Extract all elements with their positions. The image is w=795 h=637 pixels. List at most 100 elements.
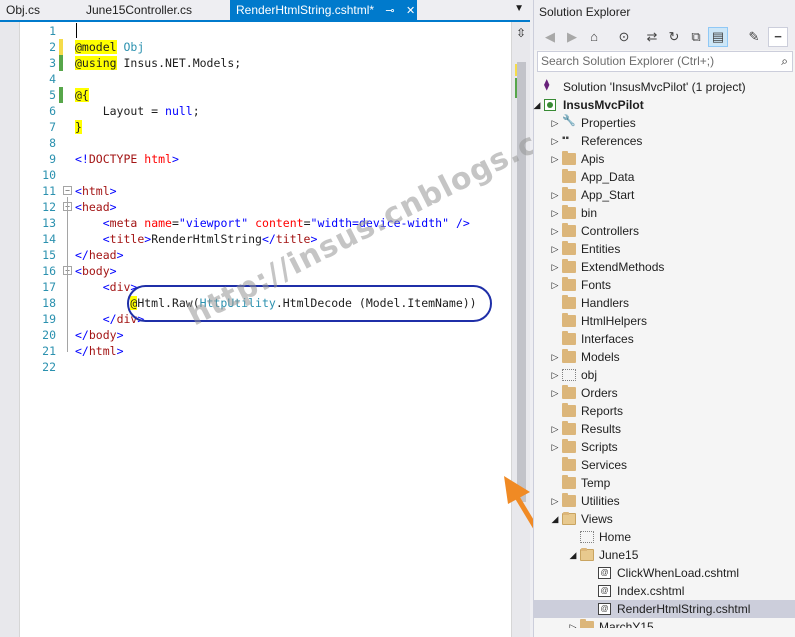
tree-item[interactable]: ▷ Fonts <box>534 276 795 294</box>
folder-icon <box>562 313 576 327</box>
refresh-icon[interactable]: ↻ <box>664 27 684 47</box>
code-line[interactable]: </head> <box>75 247 124 263</box>
tree-item-label: Scripts <box>581 440 618 454</box>
tab-renderhtmlstring-cshtml[interactable]: RenderHtmlString.cshtml* ⊸ ✕ <box>230 0 417 20</box>
code-line[interactable]: <html> <box>75 183 117 199</box>
code-line[interactable]: } <box>75 119 82 135</box>
collapsed-arrow-icon[interactable]: ▷ <box>550 204 560 222</box>
line-number: 22 <box>42 360 56 374</box>
collapsed-arrow-icon[interactable]: ▷ <box>550 132 560 150</box>
collapsed-arrow-icon[interactable]: ▷ <box>550 420 560 438</box>
collapsed-arrow-icon[interactable]: ▷ <box>550 222 560 240</box>
code-line[interactable]: </html> <box>75 343 124 359</box>
tree-item[interactable]: ▷ Controllers <box>534 222 795 240</box>
code-line[interactable]: <head> <box>75 199 117 215</box>
collapsed-arrow-icon[interactable]: ▷ <box>550 384 560 402</box>
collapsed-arrow-icon[interactable]: ▷ <box>550 186 560 204</box>
tree-item[interactable]: ▷ Models <box>534 348 795 366</box>
tab-obj-cs[interactable]: Obj.cs <box>0 0 46 20</box>
code-line[interactable]: @{ <box>75 87 89 103</box>
collapsed-arrow-icon[interactable]: ▷ <box>550 240 560 258</box>
tree-item[interactable]: ▷ Apis <box>534 150 795 168</box>
tree-item[interactable]: ◢ Views <box>534 510 795 528</box>
solution-explorer-horizontal-scrollbar[interactable] <box>534 628 795 637</box>
code-line[interactable]: @using Insus.NET.Models; <box>75 55 241 71</box>
tree-item[interactable]: Interfaces <box>534 330 795 348</box>
tree-item[interactable]: ▷ Results <box>534 420 795 438</box>
line-number: 15 <box>42 248 56 262</box>
tree-item-label: ExtendMethods <box>581 260 665 274</box>
folder-icon <box>562 187 576 201</box>
split-window-icon[interactable]: ⇳ <box>516 26 526 40</box>
collapsed-arrow-icon[interactable]: ▷ <box>550 258 560 276</box>
collapsed-arrow-icon[interactable]: ▷ <box>550 150 560 168</box>
expanded-arrow-icon[interactable]: ◢ <box>550 510 560 528</box>
history-icon[interactable]: ⊙ <box>614 27 634 47</box>
tree-item[interactable]: Temp <box>534 474 795 492</box>
tree-item[interactable]: ⧫ Solution 'InsusMvcPilot' (1 project) <box>534 78 795 96</box>
tree-item[interactable]: ◢ InsusMvcPilot <box>534 96 795 114</box>
collapse-region-icon[interactable]: − <box>63 186 72 195</box>
folder-icon <box>562 475 576 489</box>
line-number: 11 <box>42 184 56 198</box>
code-line[interactable]: <div> <box>75 279 138 295</box>
solution-explorer-search-input[interactable]: Search Solution Explorer (Ctrl+;) ⌕ <box>537 51 793 72</box>
folder-icon <box>562 169 576 183</box>
tree-item[interactable]: ▷ bin <box>534 204 795 222</box>
expanded-arrow-icon[interactable]: ◢ <box>568 546 578 564</box>
collapsed-arrow-icon[interactable]: ▷ <box>550 348 560 366</box>
tree-item[interactable]: Reports <box>534 402 795 420</box>
tab-june15controller-cs[interactable]: June15Controller.cs <box>80 0 198 20</box>
preview-icon[interactable]: − <box>768 27 788 47</box>
pin-icon[interactable]: ⊸ <box>385 1 394 21</box>
tree-item[interactable]: ▷ obj <box>534 366 795 384</box>
search-icon[interactable]: ⌕ <box>781 52 788 71</box>
forward-icon[interactable]: ▶ <box>562 27 582 47</box>
home-icon[interactable]: ⌂ <box>584 27 604 47</box>
expanded-arrow-icon[interactable]: ◢ <box>532 96 542 114</box>
code-line[interactable]: </body> <box>75 327 124 343</box>
line-number: 16 <box>42 264 56 278</box>
tab-dropdown-icon[interactable]: ▼ <box>514 3 524 14</box>
sync-icon[interactable]: ⇄ <box>642 27 662 47</box>
code-line[interactable]: <!DOCTYPE html> <box>75 151 179 167</box>
collapse-all-icon[interactable]: ⧉ <box>686 27 706 47</box>
tree-item[interactable]: ▷ App_Start <box>534 186 795 204</box>
code-line[interactable]: <title>RenderHtmlString</title> <box>75 231 318 247</box>
tree-item[interactable]: ▷ ExtendMethods <box>534 258 795 276</box>
code-line[interactable]: @model Obj <box>75 39 144 55</box>
collapsed-arrow-icon[interactable]: ▷ <box>550 492 560 510</box>
collapsed-arrow-icon[interactable]: ▷ <box>550 366 560 384</box>
tree-item[interactable]: ▷ Utilities <box>534 492 795 510</box>
tree-item[interactable]: @ Index.cshtml <box>534 582 795 600</box>
tree-item[interactable]: ▷ Scripts <box>534 438 795 456</box>
line-number: 20 <box>42 328 56 342</box>
code-line[interactable]: Layout = null; <box>75 103 200 119</box>
folder-icon <box>562 421 576 435</box>
tree-item[interactable]: App_Data <box>534 168 795 186</box>
tree-item[interactable]: Home <box>534 528 795 546</box>
close-icon[interactable]: ✕ <box>406 1 415 21</box>
tree-item[interactable]: Services <box>534 456 795 474</box>
properties-icon[interactable]: ✎ <box>744 27 764 47</box>
collapsed-arrow-icon[interactable]: ▷ <box>550 438 560 456</box>
tree-item[interactable]: ◢ June15 <box>534 546 795 564</box>
tree-item-label: ClickWhenLoad.cshtml <box>617 566 740 580</box>
tree-item[interactable]: Handlers <box>534 294 795 312</box>
tree-item-label: Handlers <box>581 296 630 310</box>
tree-item[interactable]: @ ClickWhenLoad.cshtml <box>534 564 795 582</box>
collapsed-arrow-icon[interactable]: ▷ <box>550 276 560 294</box>
show-all-files-icon[interactable]: ▤ <box>708 27 728 47</box>
tree-item[interactable]: ▷ Orders <box>534 384 795 402</box>
code-editor[interactable]: 12345678910111213141516171819202122 −−− … <box>0 22 530 637</box>
tree-item-label: Properties <box>581 116 636 130</box>
tree-item[interactable]: @ RenderHtmlString.cshtml <box>534 600 795 618</box>
tree-item[interactable]: HtmlHelpers <box>534 312 795 330</box>
tree-item[interactable]: ▷ 🔧 Properties <box>534 114 795 132</box>
tree-item[interactable]: ▷ ▪▪ References <box>534 132 795 150</box>
solution-explorer-title: Solution Explorer <box>534 0 795 24</box>
code-line[interactable]: <body> <box>75 263 117 279</box>
collapsed-arrow-icon[interactable]: ▷ <box>550 114 560 132</box>
tree-item[interactable]: ▷ Entities <box>534 240 795 258</box>
back-icon[interactable]: ◀ <box>540 27 560 47</box>
